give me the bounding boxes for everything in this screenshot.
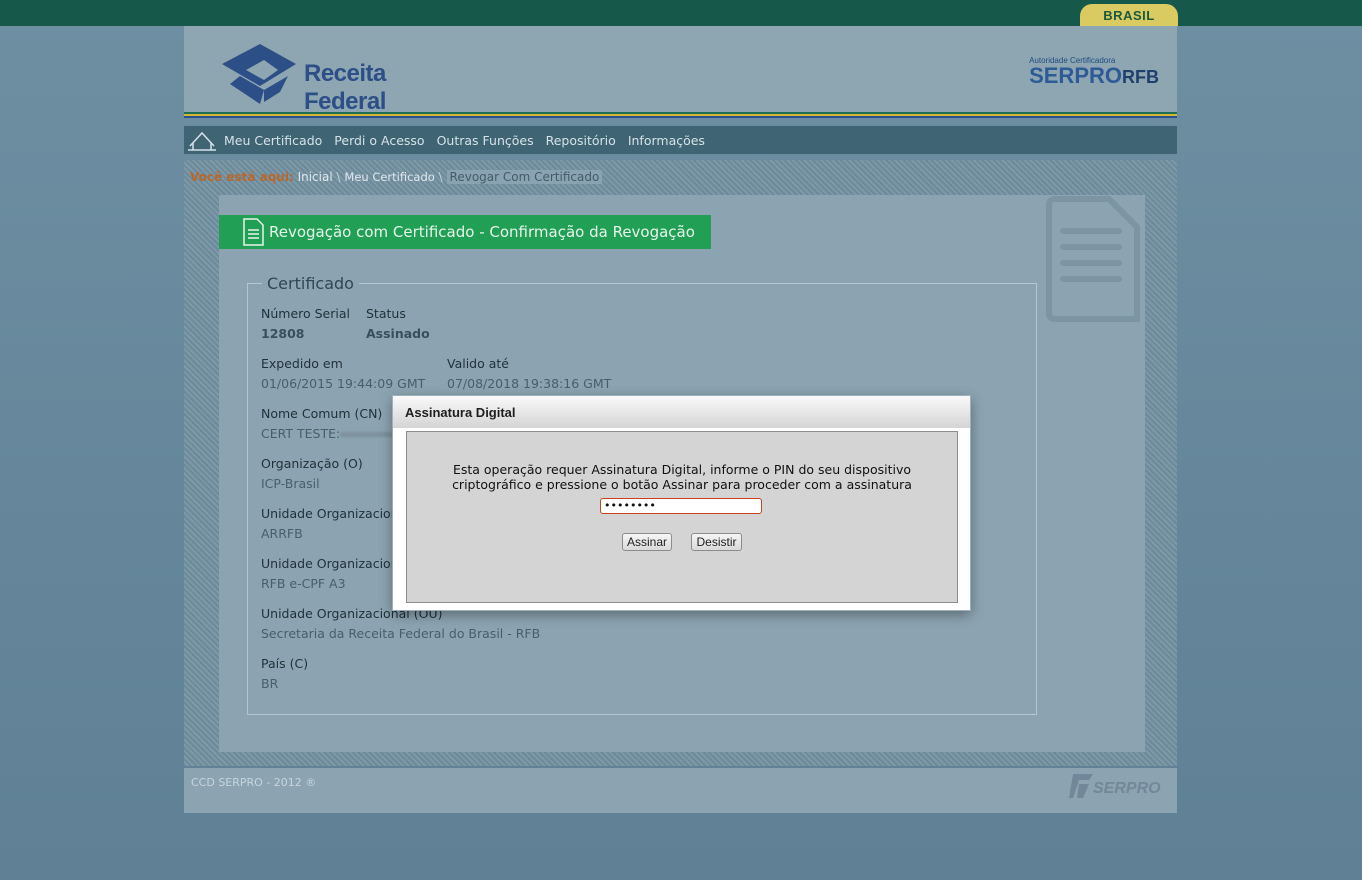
breadcrumb-inicial[interactable]: Inicial xyxy=(298,170,333,184)
pin-input[interactable]: •••••••• xyxy=(600,498,762,514)
nav-item-outras-funcoes[interactable]: Outras Funções xyxy=(437,133,534,148)
serpro-footer-text: SERPRO xyxy=(1093,780,1161,797)
org-value: ICP-Brasil xyxy=(261,476,320,491)
site-footer: CCD SERPRO - 2012 ® SERPRO xyxy=(184,768,1177,813)
sign-button[interactable]: Assinar xyxy=(622,533,672,551)
nav-item-meu-certificado[interactable]: Meu Certificado xyxy=(224,133,322,148)
copyright: CCD SERPRO - 2012 ® xyxy=(191,776,317,789)
site-header: Receita Federal Autoridade Certificadora… xyxy=(184,26,1177,115)
breadcrumb: Você está aqui: Inicial \ Meu Certificad… xyxy=(190,170,603,184)
country-label: País (C) xyxy=(261,656,309,671)
dialog-message-line1: Esta operação requer Assinatura Digital,… xyxy=(452,462,912,477)
logo-text: Receita Federal xyxy=(304,60,386,115)
document-icon xyxy=(243,218,264,246)
gov-top-bar: BRASIL xyxy=(0,0,1362,26)
serial-value: 12808 xyxy=(261,326,305,341)
redacted-blur xyxy=(340,432,396,437)
serpro-footer-logo[interactable]: SERPRO xyxy=(1069,772,1161,800)
serial-label: Número Serial xyxy=(261,306,350,321)
country-value: BR xyxy=(261,676,279,691)
nav-item-perdi-acesso[interactable]: Perdi o Acesso xyxy=(334,133,424,148)
nav-item-repositorio[interactable]: Repositório xyxy=(546,133,616,148)
issued-label: Expedido em xyxy=(261,356,343,371)
serpro-rfb-logo[interactable]: Autoridade Certificadora SERPRORFB xyxy=(1029,56,1159,88)
nav-item-informacoes[interactable]: Informações xyxy=(628,133,705,148)
receita-federal-logo[interactable]: Receita Federal xyxy=(220,42,460,115)
ca-name-suffix: RFB xyxy=(1122,67,1159,87)
dialog-message: Esta operação requer Assinatura Digital,… xyxy=(407,462,957,492)
valid-label: Valido até xyxy=(447,356,509,371)
valid-value: 07/08/2018 19:38:16 GMT xyxy=(447,376,612,391)
receita-logo-icon xyxy=(222,44,296,104)
ca-name-main: SERPRO xyxy=(1029,63,1122,88)
status-value: Assinado xyxy=(366,326,430,341)
dialog-body: Esta operação requer Assinatura Digital,… xyxy=(406,431,958,603)
dialog-title[interactable]: Assinatura Digital xyxy=(393,396,970,428)
ca-name: SERPRORFB xyxy=(1029,65,1159,88)
breadcrumb-separator: \ xyxy=(438,170,443,184)
cn-value: CERT TESTE: xyxy=(261,426,341,441)
issued-value: 01/06/2015 19:44:09 GMT xyxy=(261,376,426,391)
watermark-document-icon xyxy=(1046,196,1140,322)
ou2-value: RFB e-CPF A3 xyxy=(261,576,346,591)
cn-label: Nome Comum (CN) xyxy=(261,406,383,421)
main-nav: Meu Certificado Perdi o Acesso Outras Fu… xyxy=(184,126,1177,154)
serpro-mark-icon xyxy=(1069,774,1093,798)
home-icon[interactable] xyxy=(188,126,216,154)
cancel-button[interactable]: Desistir xyxy=(691,533,742,551)
brasil-gov-link[interactable]: BRASIL xyxy=(1080,4,1178,26)
certificate-legend: Certificado xyxy=(262,274,359,293)
breadcrumb-meu-certificado[interactable]: Meu Certificado xyxy=(344,170,434,184)
page-title: Revogação com Certificado - Confirmação … xyxy=(269,223,695,241)
breadcrumb-separator: \ xyxy=(336,170,341,184)
breadcrumb-current: Revogar Com Certificado xyxy=(446,170,603,184)
dialog-message-line2: criptográfico e pressione o botão Assina… xyxy=(452,477,912,492)
header-stripes xyxy=(184,112,1177,118)
ou3-value: Secretaria da Receita Federal do Brasil … xyxy=(261,626,541,641)
digital-signature-dialog: Assinatura Digital Esta operação requer … xyxy=(392,395,971,611)
breadcrumb-label: Você está aqui: xyxy=(190,170,294,184)
page-title-bar: Revogação com Certificado - Confirmação … xyxy=(219,215,711,249)
status-label: Status xyxy=(366,306,406,321)
ou1-value: ARRFB xyxy=(261,526,303,541)
org-label: Organização (O) xyxy=(261,456,363,471)
